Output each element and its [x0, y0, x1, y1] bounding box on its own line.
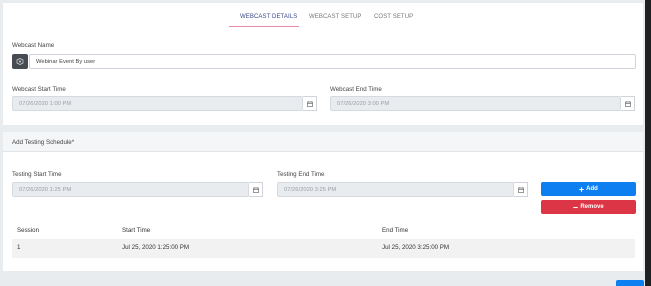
table-row[interactable]	[12, 239, 635, 258]
cell-end-time: Jul 25, 2020 3:25:00 PM	[382, 244, 450, 251]
add-button-label: Add	[586, 186, 598, 192]
calendar-icon[interactable]	[621, 96, 635, 111]
remove-button-label: Remove	[580, 204, 604, 210]
webcast-icon	[12, 54, 28, 69]
testing-schedule-title: Add Testing Schedule*	[12, 139, 75, 146]
remove-button[interactable]: Remove	[541, 200, 636, 214]
column-header-end-time: End Time	[382, 227, 409, 234]
calendar-icon[interactable]	[303, 96, 317, 111]
column-header-session: Session	[17, 227, 40, 234]
active-tab-indicator	[229, 26, 299, 27]
testing-schedule-header	[3, 132, 643, 152]
tab-webcast-setup[interactable]: WEBCAST SETUP	[309, 14, 362, 20]
testing-end-label: Testing End Time	[277, 171, 325, 178]
window-edge	[645, 0, 651, 286]
webcast-end-label: Webcast End Time	[330, 86, 382, 93]
add-button[interactable]: Add	[541, 182, 636, 196]
column-header-start-time: Start Time	[122, 227, 151, 234]
testing-end-input[interactable]: 07/26/2020 3:25 PM	[277, 182, 514, 197]
webcast-end-input[interactable]: 07/26/2020 3:00 PM	[330, 96, 621, 111]
testing-start-label: Testing Start Time	[12, 171, 62, 178]
testing-start-input[interactable]: 07/26/2020 1:25 PM	[12, 182, 249, 197]
minus-icon	[573, 206, 579, 208]
tab-cost-setup[interactable]: COST SETUP	[374, 14, 413, 20]
cell-session: 1	[17, 244, 21, 251]
webcast-name-input[interactable]: Webinar Event By user	[29, 54, 636, 69]
webcast-start-label: Webcast Start Time	[12, 86, 66, 93]
webcast-start-input[interactable]: 07/26/2020 1:00 PM	[12, 96, 303, 111]
calendar-icon[interactable]	[249, 182, 263, 197]
cell-start-time: Jul 25, 2020 1:25:00 PM	[122, 244, 190, 251]
plus-icon	[579, 186, 584, 192]
webcast-name-label: Webcast Name	[12, 42, 55, 49]
tab-webcast-details[interactable]: WEBCAST DETAILS	[240, 14, 297, 20]
calendar-icon[interactable]	[514, 182, 528, 197]
save-button[interactable]	[616, 280, 644, 286]
